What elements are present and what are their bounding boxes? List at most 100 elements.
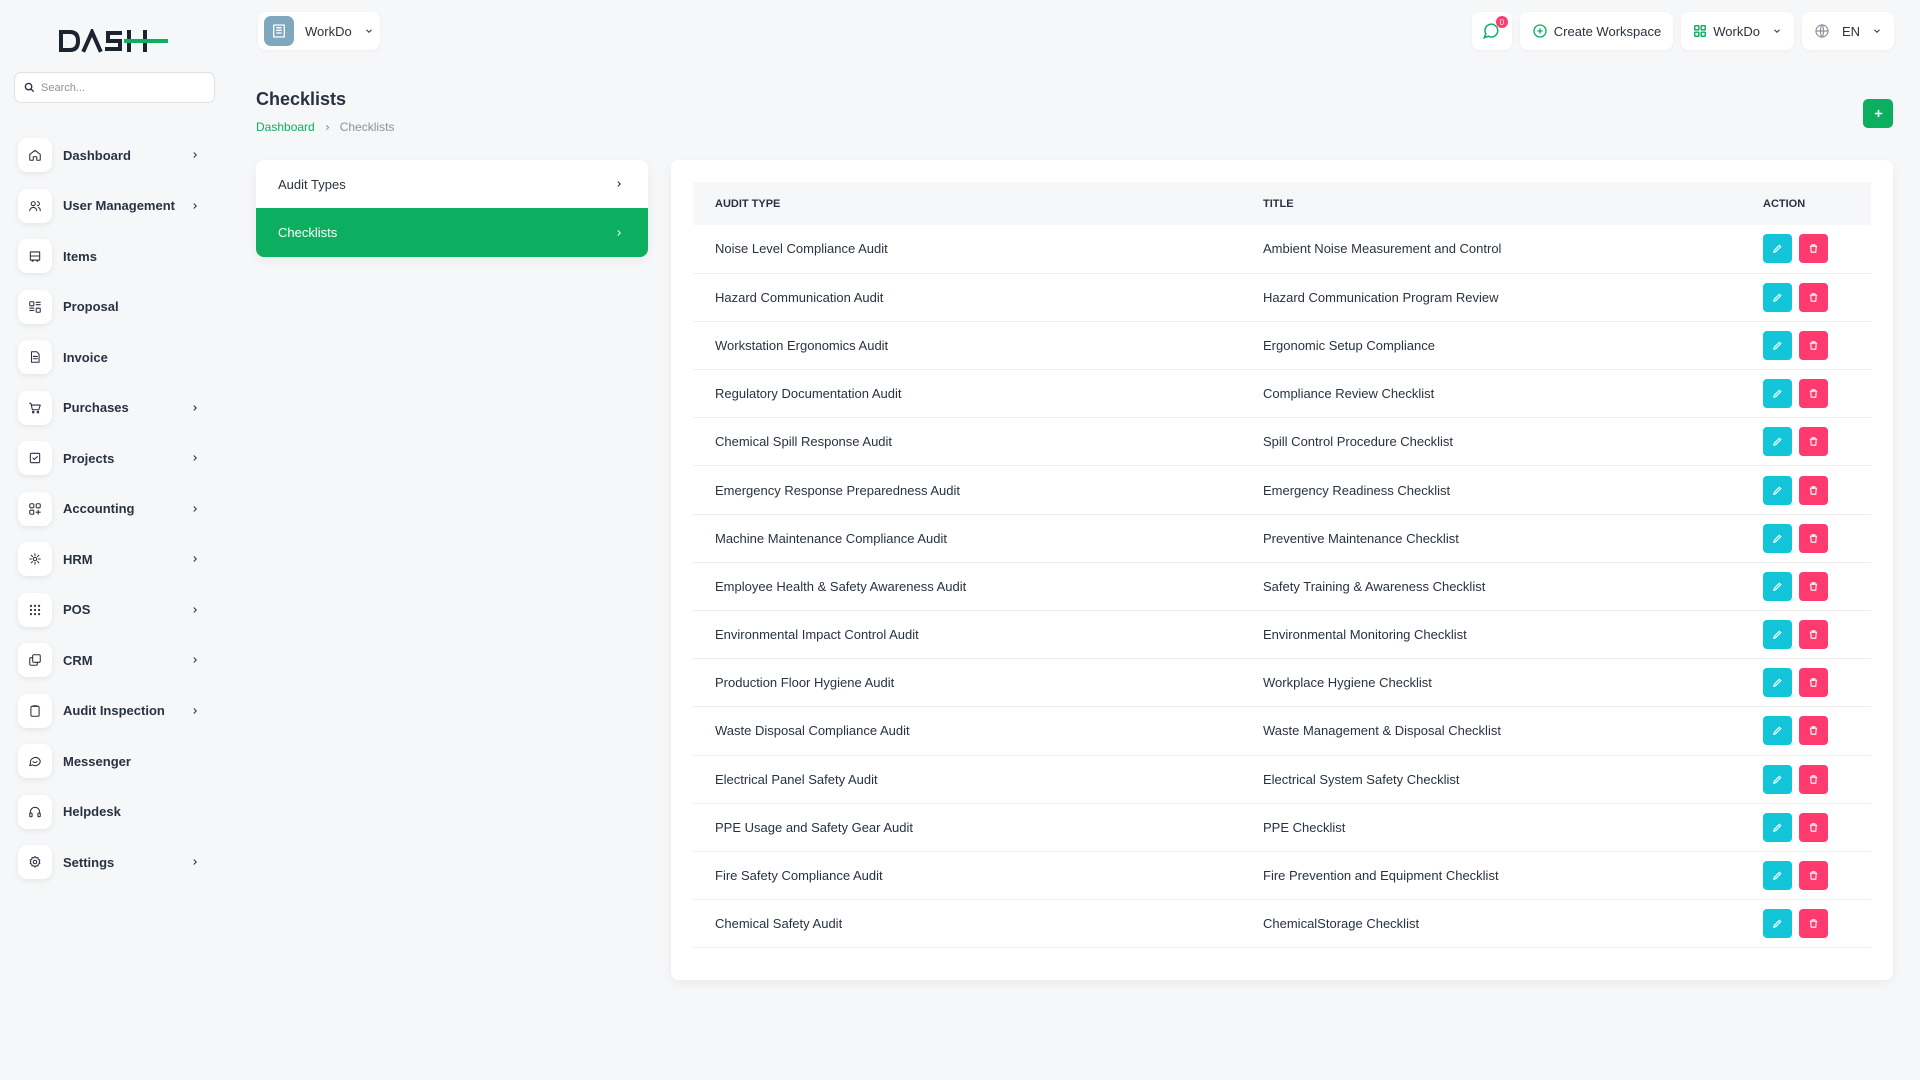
workspace-menu-button[interactable]: WorkDo (1681, 12, 1794, 50)
delete-button[interactable] (1799, 620, 1828, 650)
delete-button[interactable] (1799, 475, 1828, 505)
chevron-right-icon (617, 181, 621, 187)
delete-button[interactable] (1799, 523, 1828, 553)
delete-button[interactable] (1799, 909, 1828, 939)
delete-button[interactable] (1799, 812, 1828, 842)
sidebar-item-audit-inspection[interactable]: Audit Inspection (18, 686, 214, 737)
trash-icon (1809, 293, 1818, 302)
edit-button[interactable] (1763, 475, 1792, 505)
create-workspace-button[interactable]: Create Workspace (1519, 12, 1674, 50)
cell-actions (1763, 707, 1871, 755)
sidebar-item-user-management[interactable]: User Management (18, 181, 214, 232)
notifications-button[interactable]: 0 (1471, 12, 1512, 50)
cell-title: Fire Prevention and Equipment Checklist (1263, 868, 1499, 884)
delete-button[interactable] (1799, 234, 1828, 264)
search-box[interactable] (14, 72, 215, 103)
sidebar-item-purchases[interactable]: Purchases (18, 383, 214, 434)
column-header-action: Action (1763, 197, 1806, 210)
delete-button[interactable] (1799, 330, 1828, 360)
edit-button[interactable] (1763, 812, 1792, 842)
search-input[interactable] (41, 81, 201, 94)
apps-icon (1694, 25, 1707, 37)
edit-button[interactable] (1763, 427, 1792, 457)
edit-button[interactable] (1763, 282, 1792, 312)
sidebar-item-accounting[interactable]: Accounting (18, 484, 214, 535)
sidebar-item-crm[interactable]: CRM (18, 635, 214, 686)
page-title: Checklists (256, 89, 347, 109)
delete-button[interactable] (1799, 764, 1828, 794)
pencil-icon (1773, 919, 1782, 929)
pencil-icon (1773, 486, 1782, 495)
delete-button[interactable] (1799, 379, 1828, 409)
sidebar-item-label: CRM (63, 652, 93, 668)
edit-button[interactable] (1763, 764, 1792, 794)
cell-title: Environmental Monitoring Checklist (1263, 627, 1467, 643)
edit-button[interactable] (1763, 620, 1792, 650)
cell-actions (1763, 659, 1871, 707)
chevron-right-icon (193, 556, 197, 563)
delete-button[interactable] (1799, 716, 1828, 746)
edit-button[interactable] (1763, 330, 1792, 360)
edit-button[interactable] (1763, 234, 1792, 264)
chevron-right-icon (193, 455, 197, 462)
menu-item-checklists[interactable]: Checklists (256, 208, 648, 257)
sidebar-item-invoice[interactable]: Invoice (18, 332, 214, 383)
sidebar-item-proposal[interactable]: Proposal (18, 282, 214, 333)
pencil-icon (1773, 630, 1782, 640)
sidebar-item-messenger[interactable]: Messenger (18, 736, 214, 787)
edit-button[interactable] (1763, 909, 1792, 939)
chevron-right-icon (617, 229, 621, 236)
cell-audit-type: Hazard Communication Audit (715, 289, 884, 305)
home-icon (18, 138, 52, 173)
workspace-selector[interactable]: WorkDo (258, 12, 380, 50)
layers-icon (18, 643, 52, 678)
sidebar-item-projects[interactable]: Projects (18, 433, 214, 484)
edit-button[interactable] (1763, 861, 1792, 891)
breadcrumb-home-link[interactable]: Dashboard (256, 120, 315, 134)
table-row: PPE Usage and Safety Gear Audit PPE Check… (693, 803, 1871, 852)
cell-audit-type: Emergency Response Preparedness Audit (715, 482, 960, 498)
cell-actions (1763, 900, 1871, 948)
delete-button[interactable] (1799, 668, 1828, 698)
pencil-icon (1773, 871, 1782, 880)
check-square-icon (18, 441, 52, 476)
cell-title: Emergency Readiness Checklist (1263, 482, 1451, 498)
proposal-icon (18, 289, 52, 324)
sidebar-item-label: Projects (63, 450, 115, 466)
trash-icon (1809, 437, 1818, 447)
chevron-right-icon (193, 707, 197, 714)
delete-button[interactable] (1799, 571, 1828, 601)
edit-button[interactable] (1763, 523, 1792, 553)
add-checklist-button[interactable] (1863, 99, 1893, 128)
cell-title: Workplace Hygiene Checklist (1263, 675, 1432, 691)
dash-logo[interactable] (58, 26, 170, 56)
table-header-row: Audit Type Title Action (693, 182, 1871, 225)
sidebar-item-pos[interactable]: POS (18, 585, 214, 636)
cart-icon (18, 239, 52, 274)
dots-grid-icon (18, 592, 52, 627)
gear-icon (18, 845, 52, 880)
delete-button[interactable] (1799, 861, 1828, 891)
edit-button[interactable] (1763, 716, 1792, 746)
pencil-icon (1773, 823, 1782, 832)
sidebar-item-helpdesk[interactable]: Helpdesk (18, 787, 214, 838)
language-label: EN (1841, 23, 1860, 39)
edit-button[interactable] (1763, 668, 1792, 698)
edit-button[interactable] (1763, 379, 1792, 409)
delete-button[interactable] (1799, 282, 1828, 312)
sidebar-item-settings[interactable]: Settings (18, 837, 214, 888)
table-row: Electrical Panel Safety Audit Electrical … (693, 755, 1871, 804)
sidebar-item-hrm[interactable]: HRM (18, 534, 214, 585)
menu-item-audit-types[interactable]: Audit Types (256, 160, 648, 208)
trash-icon (1809, 726, 1818, 736)
sidebar-item-dashboard[interactable]: Dashboard (18, 130, 214, 181)
delete-button[interactable] (1799, 427, 1828, 457)
language-selector[interactable]: EN (1801, 12, 1894, 50)
table-row: Workstation Ergonomics Audit Ergonomic Se… (693, 321, 1871, 370)
workspace-menu-label: WorkDo (1713, 23, 1760, 39)
column-header-title[interactable]: Title (1241, 182, 1763, 225)
edit-button[interactable] (1763, 571, 1792, 601)
sidebar-item-items[interactable]: Items (18, 231, 214, 282)
table-row: Hazard Communication Audit Hazard Communi… (693, 273, 1871, 322)
column-header-audit-type[interactable]: Audit Type (693, 182, 1241, 225)
